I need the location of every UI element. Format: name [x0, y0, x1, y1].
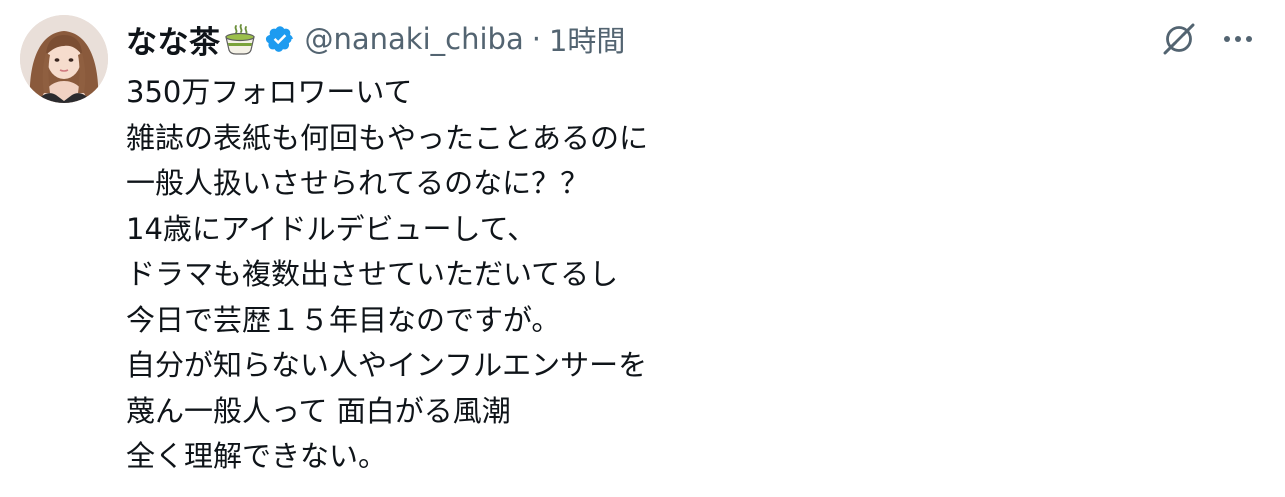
verified-badge-icon	[265, 24, 295, 54]
avatar[interactable]	[20, 15, 108, 103]
tweet-card[interactable]: なな茶 @nanaki_chiba · 1時間 350万フォロワーいて 雑誌の表…	[0, 0, 1285, 497]
tweet-text: 350万フォロワーいて 雑誌の表紙も何回もやったことあるのに 一般人扱いさせられ…	[126, 70, 648, 480]
tweet-text-line: 全く理解できない。	[126, 439, 388, 473]
grok-icon[interactable]	[1160, 20, 1198, 58]
tweet-text-line: 14歳にアイドルデビューして、	[126, 211, 537, 246]
tweet-header: なな茶 @nanaki_chiba · 1時間	[126, 16, 625, 62]
display-name[interactable]: なな茶	[126, 17, 221, 62]
separator-dot: ·	[531, 22, 541, 56]
tweet-text-line: 蔑ん一般人って 面白がる風潮	[126, 393, 511, 428]
teacup-emoji-icon	[223, 22, 257, 56]
tweet-text-line: 一般人扱いさせられてるのなに？？	[126, 166, 590, 200]
user-handle[interactable]: @nanaki_chiba	[305, 22, 524, 56]
tweet-text-line: 自分が知らない人やインフルエンサーを	[126, 348, 648, 382]
timestamp[interactable]: 1時間	[549, 18, 625, 60]
more-options-icon[interactable]	[1218, 22, 1258, 56]
tweet-text-line: 雑誌の表紙も何回もやったことあるのに	[126, 120, 649, 155]
tweet-text-line: ドラマも複数出させていただいてるし	[126, 257, 619, 291]
tweet-text-line: 350万フォロワーいて	[126, 75, 413, 109]
tweet-text-line: 今日で芸歴１５年目なのですが。	[126, 302, 561, 337]
